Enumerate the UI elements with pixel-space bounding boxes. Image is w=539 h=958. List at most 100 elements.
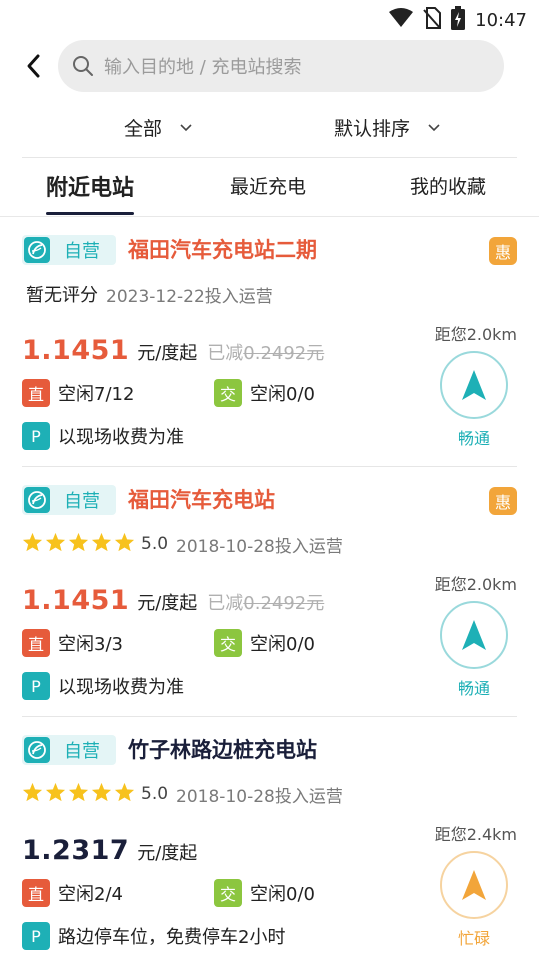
port-row: 直 空闲7/12 交 空闲0/0 [22,379,352,407]
parking-row: P 以现场收费为准 [22,672,184,700]
search-bar[interactable]: 输入目的地 / 充电站搜索 [58,40,504,92]
navigation-arrow-icon [462,870,486,900]
star-icon [91,782,112,806]
star-icon [114,532,135,556]
parking-info: 以现场收费为准 [58,677,184,698]
station-title-row: 自营 福田汽车充电站 惠 [22,483,517,517]
tab-nearby[interactable]: 附近电站 [46,170,134,202]
price-value: 1.1451 [22,585,130,616]
discount-amount: 0.2492元 [243,343,325,364]
rating-score: 5.0 [141,784,169,804]
navigate-button[interactable] [440,851,508,919]
search-placeholder: 输入目的地 / 充电站搜索 [104,57,302,78]
filter-type-dropdown[interactable]: 全部 [124,114,192,141]
status-bar: 10:47 [0,0,539,36]
station-title-row: 自营 竹子林路边桩充电站 [22,733,517,767]
ac-availability: 空闲0/0 [250,384,315,405]
station-name[interactable]: 竹子林路边桩充电站 [128,734,317,764]
distance-label: 距您2.0km [434,575,517,594]
promo-badge: 惠 [489,237,517,265]
star-icon [114,782,135,806]
star-icon [22,782,43,806]
tab-active-indicator [46,212,134,215]
no-rating-label: 暂无评分 [26,285,98,306]
parking-tag: P [22,922,50,950]
traffic-status: 畅通 [457,679,490,698]
top-bar: 输入目的地 / 充电站搜索 [0,40,539,92]
filter-bar: 全部 默认排序 [0,108,539,148]
navigate-button[interactable] [440,601,508,669]
price-row: 1.1451 元/度起 已减0.2492元 [22,335,324,366]
star-icon [45,532,66,556]
discount-amount: 0.2492元 [243,593,325,614]
navigate-button[interactable] [440,351,508,419]
traffic-status: 忙碌 [457,929,490,948]
station-card[interactable]: 自营 竹子林路边桩充电站 5.0 2018-10-28投入运营 1.2317 元… [0,717,539,958]
parking-tag: P [22,672,50,700]
navigation-arrow-icon [462,370,486,400]
open-date: 2023-12-22投入运营 [106,286,273,307]
station-name[interactable]: 福田汽车充电站二期 [128,234,317,264]
price-unit: 元/度起 [137,843,198,864]
ac-tag: 交 [214,879,242,907]
status-time: 10:47 [475,9,527,31]
ac-port: 交 空闲0/0 [214,879,315,907]
open-date: 2018-10-28投入运营 [176,786,343,807]
tab-bar: 附近电站 最近充电 我的收藏 [0,158,539,216]
rating-row: 暂无评分 2023-12-22投入运营 [22,281,273,307]
brand-logo-icon [24,737,50,763]
rating-row: 5.0 2018-10-28投入运营 [22,781,343,807]
open-date: 2018-10-28投入运营 [176,536,343,557]
rating-stars [22,782,135,806]
self-operated-badge: 自营 [22,735,116,765]
ac-port: 交 空闲0/0 [214,379,315,407]
price-unit: 元/度起 [137,343,198,364]
dc-availability: 空闲2/4 [58,884,123,905]
ac-tag: 交 [214,629,242,657]
self-operated-badge: 自营 [22,485,116,515]
chevron-down-icon [428,123,440,131]
brand-logo-icon [24,237,50,263]
dc-availability: 空闲3/3 [58,634,123,655]
price-row: 1.2317 元/度起 [22,835,197,866]
station-name[interactable]: 福田汽车充电站 [128,484,275,514]
station-card[interactable]: 自营 福田汽车充电站二期 惠 暂无评分 2023-12-22投入运营 1.145… [0,217,539,467]
ac-port: 交 空闲0/0 [214,629,315,657]
star-icon [91,532,112,556]
dc-port: 直 空闲3/3 [22,629,123,657]
price-row: 1.1451 元/度起 已减0.2492元 [22,585,324,616]
distance-label: 距您2.4km [434,825,517,844]
rating-stars [22,532,135,556]
parking-info: 以现场收费为准 [58,427,184,448]
star-icon [45,782,66,806]
filter-sort-dropdown[interactable]: 默认排序 [334,114,440,141]
dc-port: 直 空闲2/4 [22,879,123,907]
station-title-row: 自营 福田汽车充电站二期 惠 [22,233,517,267]
ac-availability: 空闲0/0 [250,634,315,655]
station-card[interactable]: 自营 福田汽车充电站 惠 5.0 2018-10-28投入运营 1.1451 元… [0,467,539,717]
dc-tag: 直 [22,379,50,407]
discount-label: 已减0.2492元 [207,589,324,615]
back-button[interactable] [22,52,48,80]
parking-row: P 路边停车位，免费停车2小时 [22,922,285,950]
price-value: 1.1451 [22,335,130,366]
parking-info: 路边停车位，免费停车2小时 [58,927,286,948]
ac-tag: 交 [214,379,242,407]
discount-prefix: 已减 [207,343,244,364]
battery-charging-icon [451,6,466,34]
dc-tag: 直 [22,879,50,907]
chevron-left-icon [27,54,40,78]
search-icon [73,56,93,76]
distance-label: 距您2.0km [434,325,517,344]
self-operated-label: 自营 [64,241,100,262]
discount-prefix: 已减 [207,593,244,614]
tab-recent[interactable]: 最近充电 [230,172,306,199]
dc-tag: 直 [22,629,50,657]
tab-favorites[interactable]: 我的收藏 [410,172,486,199]
chevron-down-icon [180,123,192,131]
parking-tag: P [22,422,50,450]
promo-badge: 惠 [489,487,517,515]
no-sim-icon [423,7,442,33]
wifi-icon [389,8,414,32]
traffic-status: 畅通 [457,429,490,448]
